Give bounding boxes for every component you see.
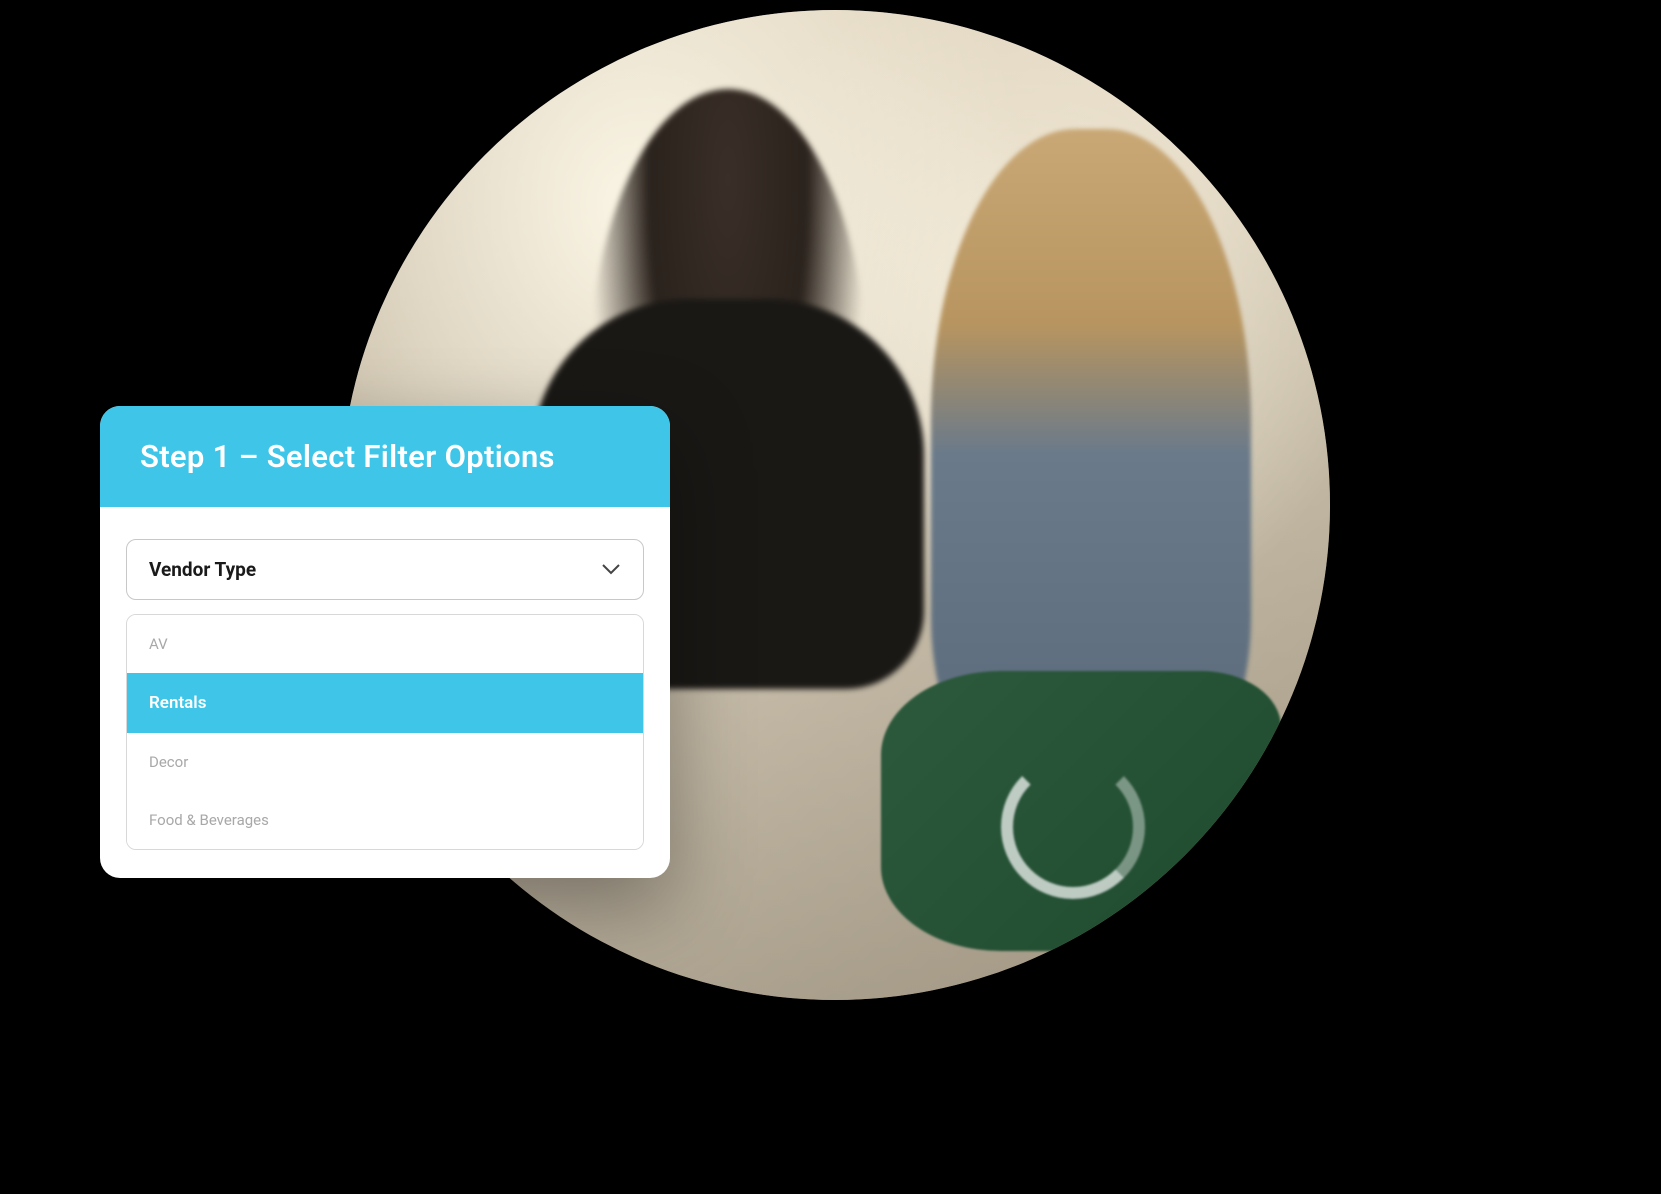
vendor-type-select[interactable]: Vendor Type — [126, 539, 644, 600]
option-rentals[interactable]: Rentals — [127, 673, 643, 733]
select-label: Vendor Type — [149, 558, 256, 581]
option-av[interactable]: AV — [127, 615, 643, 673]
option-decor[interactable]: Decor — [127, 733, 643, 791]
filter-options-card: Step 1 – Select Filter Options Vendor Ty… — [100, 406, 670, 878]
chevron-down-icon — [601, 560, 621, 580]
option-food-beverages[interactable]: Food & Beverages — [127, 791, 643, 849]
vendor-type-options-list: AV Rentals Decor Food & Beverages — [126, 614, 644, 850]
card-title: Step 1 – Select Filter Options — [100, 406, 670, 507]
photo-bag — [881, 671, 1281, 951]
card-body: Vendor Type AV Rentals Decor Food & Beve… — [100, 507, 670, 878]
